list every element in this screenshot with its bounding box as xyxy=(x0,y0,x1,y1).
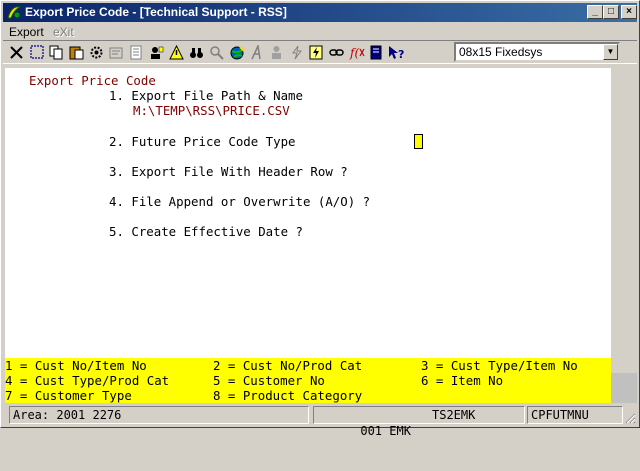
option-3-label: 3. Export File With Header Row ? xyxy=(109,164,348,179)
zoom-icon[interactable] xyxy=(207,43,226,62)
function-icon[interactable]: f( xyxy=(347,43,366,62)
status-bar: Area: 2001 2276 001 EMK TS2EMK CPFUTMNU xyxy=(3,405,637,438)
legend-item: 8 = Product Category xyxy=(213,388,363,403)
legend-item: 3 = Cust Type/Item No xyxy=(421,358,578,373)
window-title: Export Price Code - [Technical Support -… xyxy=(25,5,287,19)
properties-icon[interactable] xyxy=(107,43,126,62)
font-selector-value: 08x15 Fixedsys xyxy=(459,45,543,59)
menu-exit[interactable]: eXit xyxy=(53,25,74,39)
maximize-icon: □ xyxy=(607,6,615,17)
legend-item: 7 = Customer Type xyxy=(5,388,132,403)
status-session: TS2EMK xyxy=(432,408,476,422)
status-user-session: 001 EMK TS2EMK xyxy=(313,406,525,438)
link-icon[interactable] xyxy=(327,43,346,62)
legend-item: 5 = Customer No xyxy=(213,373,325,388)
legend-item: 6 = Item No xyxy=(421,373,504,388)
font-selector[interactable]: 08x15 Fixedsys ▼ xyxy=(454,42,620,62)
menu-bar: Export eXit xyxy=(3,23,637,41)
close-x-icon[interactable] xyxy=(7,43,26,62)
application-window: Export Price Code - [Technical Support -… xyxy=(0,0,640,438)
globe-icon[interactable] xyxy=(227,43,246,62)
status-program: CPFUTMNU xyxy=(527,406,623,424)
app-logo-icon xyxy=(7,6,22,19)
terminal-screen[interactable]: Export Price Code 1. Export File Path & … xyxy=(5,68,611,403)
page-title: Export Price Code xyxy=(29,73,156,88)
scroll-area xyxy=(611,68,637,403)
resize-grip-icon[interactable] xyxy=(624,412,636,424)
lightning-doc-icon[interactable] xyxy=(307,43,326,62)
lightning-icon[interactable] xyxy=(287,43,306,62)
minimize-button[interactable]: _ xyxy=(587,5,603,19)
input-cursor[interactable] xyxy=(414,134,423,149)
status-area: Area: 2001 2276 xyxy=(9,406,309,424)
minimize-icon: _ xyxy=(592,6,598,17)
help-pointer-icon[interactable]: ? xyxy=(387,43,406,62)
paste-icon[interactable] xyxy=(67,43,86,62)
copy-icon[interactable] xyxy=(47,43,66,62)
legend-item: 4 = Cust Type/Prod Cat xyxy=(5,373,170,388)
book-icon[interactable] xyxy=(367,43,386,62)
code-legend: 1 = Cust No/Item No 2 = Cust No/Prod Cat… xyxy=(5,358,611,403)
svg-text:?: ? xyxy=(398,48,404,60)
close-icon: × xyxy=(626,6,632,17)
toolbar: f( ? 08x15 Fixedsys ▼ xyxy=(3,40,637,64)
italic-a-icon[interactable] xyxy=(247,43,266,62)
alert-icon[interactable] xyxy=(167,43,186,62)
list-icon[interactable] xyxy=(127,43,146,62)
person-icon[interactable] xyxy=(267,43,286,62)
option-2-label: 2. Future Price Code Type xyxy=(109,134,296,149)
option-5-label: 5. Create Effective Date ? xyxy=(109,224,303,239)
option-1-label: 1. Export File Path & Name xyxy=(109,88,303,103)
option-1-value[interactable]: M:\TEMP\RSS\PRICE.CSV xyxy=(133,103,290,118)
legend-item: 1 = Cust No/Item No xyxy=(5,358,147,373)
status-user: 001 EMK xyxy=(360,424,411,438)
binoculars-icon[interactable] xyxy=(187,43,206,62)
legend-item: 2 = Cust No/Prod Cat xyxy=(213,358,363,373)
chevron-down-icon[interactable]: ▼ xyxy=(603,44,618,60)
user-icon[interactable] xyxy=(147,43,166,62)
svg-text:f(: f( xyxy=(349,46,359,60)
settings-icon[interactable] xyxy=(87,43,106,62)
maximize-button[interactable]: □ xyxy=(603,5,619,19)
title-bar[interactable]: Export Price Code - [Technical Support -… xyxy=(3,3,637,22)
option-4-label: 4. File Append or Overwrite (A/O) ? xyxy=(109,194,371,209)
legend-side-panel xyxy=(611,373,637,403)
menu-export[interactable]: Export xyxy=(9,25,44,39)
select-icon[interactable] xyxy=(27,43,46,62)
close-button[interactable]: × xyxy=(621,5,637,19)
